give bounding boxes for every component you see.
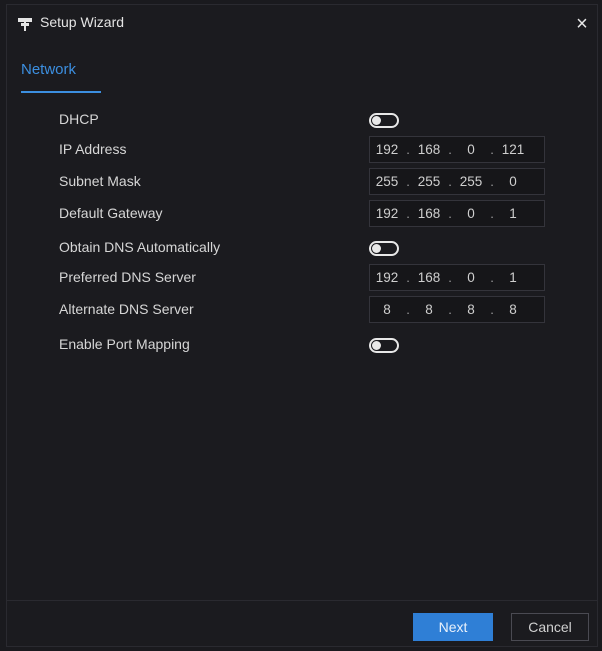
ip-octet[interactable]: 1	[496, 270, 530, 285]
octet-separator: .	[490, 206, 494, 221]
ip-octet[interactable]: 255	[370, 174, 404, 189]
obtain-dns-label: Obtain DNS Automatically	[59, 239, 221, 255]
ip-octet[interactable]: 0	[496, 174, 530, 189]
port-mapping-row: Enable Port Mapping	[7, 331, 597, 359]
obtain-dns-row: Obtain DNS Automatically	[7, 234, 597, 262]
ip-octet[interactable]: 168	[412, 270, 446, 285]
toggle-knob	[372, 341, 381, 350]
subnet-mask-label: Subnet Mask	[59, 173, 141, 189]
octet-separator: .	[406, 302, 410, 317]
ip-octet[interactable]: 0	[454, 270, 488, 285]
setup-wizard-dialog: Setup Wizard × Network DHCP IP Address 1…	[6, 4, 598, 647]
octet-separator: .	[490, 174, 494, 189]
ip-octet[interactable]: 192	[370, 142, 404, 157]
ip-address-row: IP Address 192 . 168 . 0 . 121	[7, 136, 597, 164]
preferred-dns-row: Preferred DNS Server 192 . 168 . 0 . 1	[7, 264, 597, 292]
octet-separator: .	[448, 302, 452, 317]
next-button[interactable]: Next	[413, 613, 493, 641]
close-icon[interactable]: ×	[571, 13, 593, 35]
ip-address-input[interactable]: 192 . 168 . 0 . 121	[369, 136, 545, 163]
ip-octet[interactable]: 1	[496, 206, 530, 221]
obtain-dns-toggle[interactable]	[369, 241, 399, 256]
ip-octet[interactable]: 168	[412, 206, 446, 221]
wizard-sign-icon	[18, 18, 32, 31]
active-tab-indicator	[21, 91, 101, 93]
ip-octet[interactable]: 8	[370, 302, 404, 317]
ip-octet[interactable]: 168	[412, 142, 446, 157]
title-bar: Setup Wizard ×	[7, 5, 597, 43]
ip-octet[interactable]: 8	[496, 302, 530, 317]
octet-separator: .	[448, 270, 452, 285]
octet-separator: .	[448, 142, 452, 157]
port-mapping-toggle[interactable]	[369, 338, 399, 353]
octet-separator: .	[490, 270, 494, 285]
tab-bar: Network	[7, 55, 597, 95]
default-gateway-label: Default Gateway	[59, 205, 163, 221]
octet-separator: .	[448, 206, 452, 221]
alternate-dns-row: Alternate DNS Server 8 . 8 . 8 . 8	[7, 296, 597, 324]
preferred-dns-input[interactable]: 192 . 168 . 0 . 1	[369, 264, 545, 291]
alternate-dns-input[interactable]: 8 . 8 . 8 . 8	[369, 296, 545, 323]
toggle-knob	[372, 244, 381, 253]
preferred-dns-label: Preferred DNS Server	[59, 269, 196, 285]
default-gateway-row: Default Gateway 192 . 168 . 0 . 1	[7, 200, 597, 228]
dhcp-label: DHCP	[59, 111, 99, 127]
dialog-title: Setup Wizard	[40, 14, 125, 30]
ip-octet[interactable]: 8	[454, 302, 488, 317]
octet-separator: .	[448, 174, 452, 189]
cancel-button[interactable]: Cancel	[511, 613, 589, 641]
ip-octet[interactable]: 192	[370, 270, 404, 285]
alternate-dns-label: Alternate DNS Server	[59, 301, 194, 317]
tab-network[interactable]: Network	[19, 61, 103, 95]
ip-octet[interactable]: 121	[496, 142, 530, 157]
default-gateway-input[interactable]: 192 . 168 . 0 . 1	[369, 200, 545, 227]
subnet-mask-input[interactable]: 255 . 255 . 255 . 0	[369, 168, 545, 195]
toggle-knob	[372, 116, 381, 125]
ip-octet[interactable]: 192	[370, 206, 404, 221]
ip-octet[interactable]: 0	[454, 206, 488, 221]
port-mapping-label: Enable Port Mapping	[59, 336, 190, 352]
octet-separator: .	[406, 206, 410, 221]
octet-separator: .	[490, 142, 494, 157]
subnet-mask-row: Subnet Mask 255 . 255 . 255 . 0	[7, 168, 597, 196]
ip-octet[interactable]: 255	[412, 174, 446, 189]
ip-octet[interactable]: 0	[454, 142, 488, 157]
ip-address-label: IP Address	[59, 141, 127, 157]
dhcp-row: DHCP	[7, 106, 597, 134]
octet-separator: .	[406, 270, 410, 285]
ip-octet[interactable]: 8	[412, 302, 446, 317]
footer-divider	[7, 600, 597, 601]
octet-separator: .	[490, 302, 494, 317]
ip-octet[interactable]: 255	[454, 174, 488, 189]
octet-separator: .	[406, 174, 410, 189]
dhcp-toggle[interactable]	[369, 113, 399, 128]
octet-separator: .	[406, 142, 410, 157]
